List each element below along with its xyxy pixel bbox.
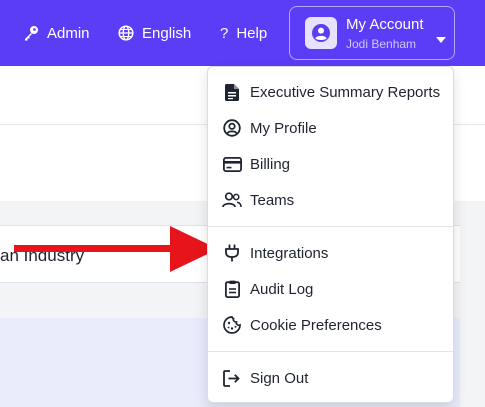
menu-item-billing[interactable]: Billing xyxy=(208,146,453,182)
menu-divider xyxy=(208,351,453,352)
account-username: Jodi Benham xyxy=(346,37,417,51)
help-label: Help xyxy=(236,24,268,42)
menu-item-executive-summary-reports[interactable]: Executive Summary Reports xyxy=(208,74,453,110)
avatar xyxy=(305,17,337,49)
red-arrow-annotation xyxy=(14,226,218,272)
menu-item-label: My Profile xyxy=(250,119,317,137)
sign-out-icon xyxy=(222,368,242,388)
menu-item-teams[interactable]: Teams xyxy=(208,182,453,218)
document-icon xyxy=(222,82,242,102)
menu-item-label: Audit Log xyxy=(250,280,314,298)
caret-down-icon xyxy=(436,30,446,48)
key-icon xyxy=(23,25,39,41)
menu-item-label: Executive Summary Reports xyxy=(250,83,441,101)
menu-item-cookie-preferences[interactable]: Cookie Preferences xyxy=(208,307,453,343)
users-icon xyxy=(222,190,242,210)
question-mark-icon: ? xyxy=(220,24,229,42)
admin-nav-link[interactable]: Admin xyxy=(23,0,90,66)
menu-item-label: Cookie Preferences xyxy=(250,316,382,334)
menu-divider xyxy=(208,226,453,227)
menu-item-my-profile[interactable]: My Profile xyxy=(208,110,453,146)
account-dropdown-menu: Executive Summary Reports My Profile Bil… xyxy=(207,66,454,403)
credit-card-icon xyxy=(222,154,242,174)
top-navigation-bar: Admin English ? Help My Account Jodi Ben… xyxy=(0,0,485,66)
menu-item-label: Billing xyxy=(250,155,291,173)
globe-icon xyxy=(118,25,134,41)
menu-item-sign-out[interactable]: Sign Out xyxy=(208,360,453,396)
user-circle-icon xyxy=(222,118,242,138)
plug-icon xyxy=(222,243,242,263)
menu-item-label: Integrations xyxy=(250,244,329,262)
menu-item-label: Sign Out xyxy=(250,369,309,387)
language-selector[interactable]: English xyxy=(118,0,191,66)
menu-item-audit-log[interactable]: Audit Log xyxy=(208,271,453,307)
menu-item-label: Teams xyxy=(250,191,295,209)
clipboard-icon xyxy=(222,279,242,299)
cookie-icon xyxy=(222,315,242,335)
language-label: English xyxy=(142,24,192,42)
my-account-button[interactable]: My Account Jodi Benham xyxy=(289,6,455,60)
admin-label: Admin xyxy=(47,24,90,42)
account-title: My Account xyxy=(346,16,424,33)
help-nav-link[interactable]: ? Help xyxy=(220,0,267,66)
menu-item-integrations[interactable]: Integrations xyxy=(208,235,453,271)
user-avatar-icon xyxy=(312,24,330,42)
